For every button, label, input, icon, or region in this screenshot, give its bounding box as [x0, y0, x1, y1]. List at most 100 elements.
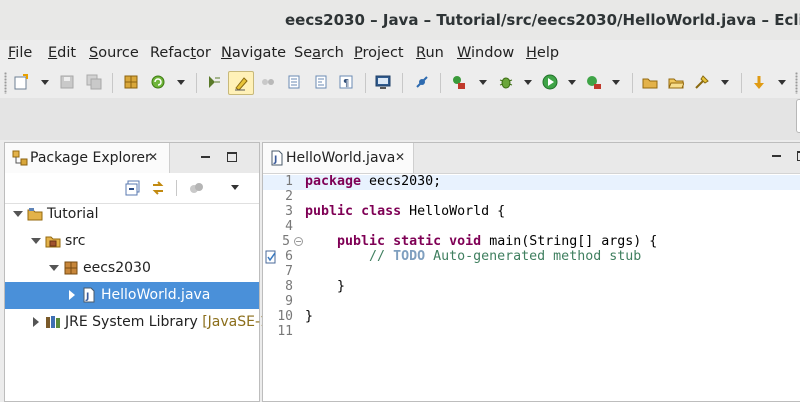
code-line-7[interactable]: 7: [263, 264, 800, 280]
menu-search-mnemonic: a: [312, 45, 322, 61]
code-line-11[interactable]: 11: [263, 324, 800, 340]
show-whitespace-icon[interactable]: [286, 74, 302, 90]
skip-breakpoints-icon[interactable]: [414, 74, 430, 90]
show-source-icon[interactable]: [313, 74, 329, 90]
refresh-icon[interactable]: [150, 74, 166, 90]
next-edit-location-icon[interactable]: [751, 74, 767, 90]
code-line-6[interactable]: 6 // TODO Auto-generated method stub: [263, 249, 800, 265]
menu-project[interactable]: Project: [354, 45, 404, 61]
code-line-4[interactable]: 4: [263, 219, 800, 235]
menu-project-mnemonic: P: [354, 45, 363, 61]
new-java-package-icon[interactable]: [642, 74, 658, 90]
collapse-arrow-icon[interactable]: [69, 290, 75, 300]
svg-text:J: J: [85, 292, 89, 302]
collapse-arrow-icon[interactable]: [33, 317, 39, 327]
refresh-dropdown-arrow[interactable]: [177, 80, 185, 85]
save-all-icon[interactable]: [86, 74, 102, 90]
tree-item-eecs2030[interactable]: eecs2030: [5, 255, 259, 282]
tree-item-src[interactable]: src: [5, 228, 259, 255]
menu-window[interactable]: Window: [457, 45, 514, 61]
view-menu-icon[interactable]: [231, 185, 239, 190]
keyword-public: public: [337, 234, 386, 249]
line-number: 2: [285, 189, 293, 204]
menu-search-label: rch: [321, 45, 344, 61]
menu-window-mnemonic: W: [457, 45, 472, 61]
menu-file[interactable]: File: [8, 45, 32, 61]
debug-dropdown-arrow[interactable]: [524, 80, 532, 85]
tree-item-tutorial[interactable]: Tutorial: [5, 201, 259, 228]
open-type-icon[interactable]: [123, 74, 139, 90]
code-line-1[interactable]: 1 package eecs2030;: [263, 174, 800, 190]
menu-source[interactable]: Source: [89, 45, 139, 61]
console-icon[interactable]: [375, 74, 391, 90]
toolbar-separator: [176, 180, 177, 196]
package-explorer-tab[interactable]: Package Explorer ✕: [5, 143, 170, 173]
open-folder-icon[interactable]: [668, 74, 684, 90]
menu-navigate-mnemonic: N: [221, 45, 232, 61]
collapse-all-icon[interactable]: [125, 180, 141, 196]
new-dropdown-arrow[interactable]: [41, 80, 49, 85]
keyword-static: static: [393, 234, 442, 249]
code-line-5[interactable]: 5 − public static void main(String[] arg…: [263, 234, 800, 250]
code-line-8[interactable]: 8 }: [263, 279, 800, 295]
next-annotation-icon[interactable]: [206, 74, 222, 90]
menu-edit-mnemonic: E: [48, 45, 58, 61]
expand-arrow-icon[interactable]: [13, 211, 23, 217]
quick-access-field[interactable]: [796, 99, 800, 133]
launch-dropdown-arrow[interactable]: [479, 80, 487, 85]
maximize-icon[interactable]: [227, 152, 237, 162]
open-task-icon[interactable]: [694, 74, 710, 90]
link-with-editor-icon[interactable]: [150, 180, 166, 196]
next-edit-dropdown-arrow[interactable]: [778, 80, 786, 85]
save-icon[interactable]: [59, 74, 75, 90]
menu-search[interactable]: Search: [294, 45, 344, 61]
code-line-3[interactable]: 3 public class HelloWorld {: [263, 204, 800, 220]
close-icon[interactable]: ✕: [395, 150, 405, 164]
code-line-9[interactable]: 9: [263, 294, 800, 310]
menu-help[interactable]: Help: [526, 45, 559, 61]
fold-collapse-icon[interactable]: −: [294, 237, 303, 246]
close-icon[interactable]: ✕: [148, 150, 158, 164]
editor-tab-helloworld[interactable]: J HelloWorld.java ✕: [263, 143, 414, 173]
code-text: package eecs2030;: [305, 174, 442, 189]
menu-edit[interactable]: Edit: [48, 45, 76, 61]
code-line-2[interactable]: 2: [263, 189, 800, 205]
toolbar-grip[interactable]: [4, 72, 7, 94]
mark-occurrences-toggle[interactable]: [228, 71, 254, 95]
tree-item-label: JRE System Library [JavaSE-1: [65, 314, 269, 330]
debug-launch-icon[interactable]: [451, 74, 467, 90]
tree-item-helloworld-java[interactable]: J HelloWorld.java: [5, 282, 259, 309]
line-number: 5: [282, 234, 290, 249]
expand-arrow-icon[interactable]: [31, 238, 41, 244]
window-title: eecs2030 – Java – Tutorial/src/eecs2030/…: [285, 11, 800, 29]
minimize-icon[interactable]: [772, 155, 781, 157]
editor-tab-bar: J HelloWorld.java ✕: [263, 143, 800, 174]
package-explorer-icon: [12, 150, 28, 166]
run-dropdown-arrow[interactable]: [568, 80, 576, 85]
expand-arrow-icon[interactable]: [49, 265, 59, 271]
menu-edit-label: dit: [57, 45, 77, 61]
toggle-block-selection-icon[interactable]: [260, 74, 276, 90]
menu-navigate[interactable]: Navigate: [221, 45, 286, 61]
menu-refactor[interactable]: Refactor: [150, 45, 211, 61]
tree-item-jre-system-library[interactable]: JRE System Library [JavaSE-1: [5, 309, 269, 336]
keyword-package: package: [305, 174, 362, 189]
run-external-tool-icon[interactable]: [586, 74, 602, 90]
java-file-icon: J: [83, 287, 95, 303]
code-line-10[interactable]: 10 }: [263, 309, 800, 325]
external-tool-dropdown-arrow[interactable]: [612, 80, 620, 85]
code-text: }: [305, 309, 314, 324]
line-number: 1: [285, 174, 293, 189]
menu-help-mnemonic: H: [526, 45, 537, 61]
focus-task-icon[interactable]: [188, 180, 204, 196]
menu-run[interactable]: Run: [416, 45, 444, 61]
package-explorer-tab-label: Package Explorer: [30, 150, 151, 166]
minimize-icon[interactable]: [201, 156, 210, 158]
toolbar-grip[interactable]: [795, 72, 798, 94]
svg-text:¶: ¶: [343, 78, 349, 89]
run-icon[interactable]: [542, 74, 558, 90]
paragraph-icon[interactable]: ¶: [338, 74, 354, 90]
task-dropdown-arrow[interactable]: [721, 80, 729, 85]
new-icon[interactable]: [13, 74, 29, 90]
debug-bug-icon[interactable]: [498, 74, 514, 90]
